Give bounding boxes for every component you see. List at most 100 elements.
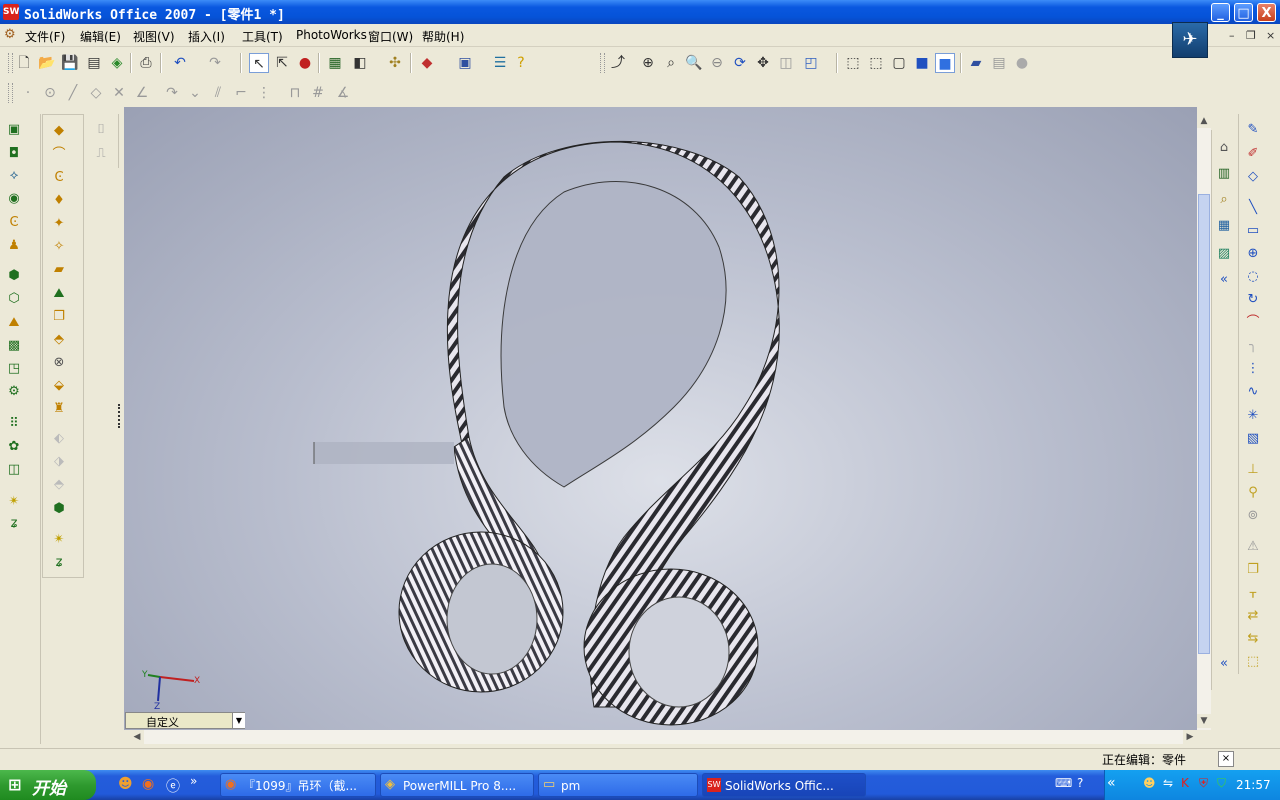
dome-icon[interactable]: ⛰ <box>3 313 25 333</box>
mirror-icon[interactable]: ⋮ <box>254 83 274 103</box>
circle-icon[interactable]: ⊙ <box>40 83 60 103</box>
menu-tools[interactable]: 工具(T) <box>242 28 283 45</box>
tangent-arc-icon[interactable]: ↻ <box>1242 290 1264 310</box>
fillet-sketch-icon[interactable]: ↷ <box>162 83 182 103</box>
wireframe-icon[interactable]: ⬚ <box>843 53 863 73</box>
extend-surface-icon[interactable]: ⬘ <box>48 330 70 350</box>
keyboard-icon[interactable]: ⌨ <box>1055 776 1072 790</box>
replace-face-icon[interactable]: ⬘ <box>48 475 70 495</box>
curves-icon[interactable]: ʑ <box>3 514 25 534</box>
reference-geometry-icon[interactable]: ✴ <box>3 492 25 512</box>
menu-file[interactable]: 文件(F) <box>25 28 65 45</box>
ie-icon[interactable]: ⓔ <box>166 776 180 796</box>
tray-collapse-icon[interactable]: « <box>1107 775 1116 791</box>
offset-icon[interactable]: ⫽ <box>208 83 228 103</box>
qq-tray-icon[interactable]: ☻ <box>1143 776 1156 790</box>
undo-icon[interactable]: ↶ <box>170 53 190 73</box>
redo-icon[interactable]: ↷ <box>205 53 225 73</box>
close-button[interactable]: X <box>1257 3 1276 22</box>
perspective-icon[interactable]: ▤ <box>989 53 1009 73</box>
untrim-surface-icon[interactable]: ⬙ <box>48 376 70 396</box>
sketch-grid-icon[interactable]: # <box>308 83 328 103</box>
help-tray-icon[interactable]: ? <box>1077 776 1083 790</box>
shaded-icon[interactable]: ■ <box>935 53 955 73</box>
scroll-up-arrow[interactable]: ▲ <box>1197 114 1211 128</box>
horizontal-scrollbar[interactable]: ◀ ▶ <box>130 730 1197 744</box>
scroll-right-arrow[interactable]: ▶ <box>1183 730 1197 744</box>
line-icon[interactable]: ╱ <box>63 83 83 103</box>
section-view-icon[interactable]: ◫ <box>776 53 796 73</box>
thickened-cut-icon[interactable]: ⬗ <box>48 452 70 472</box>
properties-icon[interactable]: ☰ <box>490 53 510 73</box>
delete-face-icon[interactable]: ⬢ <box>48 499 70 519</box>
wrap-icon[interactable]: ▩ <box>3 336 25 356</box>
options-icon[interactable]: ✣ <box>385 53 405 73</box>
trim-icon[interactable]: ✕ <box>109 83 129 103</box>
toolbar-grip[interactable] <box>600 53 605 73</box>
mdi-close-button[interactable]: × <box>1266 29 1275 42</box>
menu-view[interactable]: 视图(V) <box>133 28 175 45</box>
task-folder[interactable]: ▭ pm <box>538 773 698 797</box>
help-icon[interactable]: ? <box>511 53 531 73</box>
part-document-icon[interactable]: ⚙ <box>4 27 16 42</box>
appearance-icon[interactable]: ◆ <box>417 53 437 73</box>
sketch-icon[interactable]: ✎ <box>1242 120 1264 140</box>
scroll-left-arrow[interactable]: ◀ <box>130 730 144 744</box>
task-powermill[interactable]: ◈ PowerMILL Pro 8.... <box>380 773 534 797</box>
design-library-icon[interactable]: ⌕ <box>1213 190 1235 210</box>
reference-geometry-icon[interactable]: ✴ <box>48 530 70 550</box>
select-filter-icon[interactable]: ⇱ <box>272 53 292 73</box>
offset-surface-icon[interactable]: ⛰ <box>48 284 70 304</box>
three-point-arc-icon[interactable]: ⌒ <box>1242 313 1264 333</box>
minimize-button[interactable]: _ <box>1211 3 1230 22</box>
circular-pattern-icon[interactable]: ✿ <box>3 437 25 457</box>
save-icon[interactable]: 💾 <box>60 53 80 73</box>
shut-off-surface-icon[interactable]: ⎍ <box>90 144 112 164</box>
mirror-feature-icon[interactable]: ◫ <box>3 460 25 480</box>
sketch-pattern-icon[interactable]: ⬚ <box>1242 652 1264 672</box>
draft-icon[interactable]: ♟ <box>3 236 25 256</box>
extruded-boss-icon[interactable]: ▣ <box>3 120 25 140</box>
fill-surface-icon[interactable]: ✧ <box>48 237 70 257</box>
view-palette-icon[interactable]: ▨ <box>1213 244 1235 264</box>
centerline-icon[interactable]: ⋮ <box>1242 359 1264 379</box>
vertical-scroll-thumb[interactable] <box>1198 194 1210 654</box>
shaded-with-edges-icon[interactable]: ■ <box>912 53 932 73</box>
status-close-button[interactable]: × <box>1218 751 1234 767</box>
more-quicklaunch-icon[interactable]: » <box>190 774 197 788</box>
view-orientation-icon[interactable]: ◰ <box>801 53 821 73</box>
collapse-pane-icon[interactable]: « <box>1213 270 1235 290</box>
linear-pattern-sketch-icon[interactable]: ⊓ <box>285 83 305 103</box>
toolbar-grip[interactable] <box>8 53 13 73</box>
extruded-cut-icon[interactable]: ◘ <box>3 144 25 164</box>
move-entities-icon[interactable]: ᚁ <box>1242 583 1264 603</box>
swept-surface-icon[interactable]: Ͼ <box>48 168 70 188</box>
add-relation-icon[interactable]: ⊥ <box>1242 460 1264 480</box>
select-icon[interactable]: ↖ <box>249 53 269 73</box>
view-orientation-combo[interactable]: 自定义 ▼ <box>125 712 245 729</box>
circle-tool-icon[interactable]: ⊕ <box>1242 244 1264 264</box>
centerpoint-arc-icon[interactable]: ◌ <box>1242 267 1264 287</box>
window-layout-icon[interactable]: ▣ <box>455 53 475 73</box>
copy-entities-icon[interactable]: ❐ <box>1242 560 1264 580</box>
maximize-button[interactable]: □ <box>1234 3 1253 22</box>
security-shield-icon[interactable]: ⛨ <box>1199 776 1208 791</box>
display-relations-icon[interactable]: ⚲ <box>1242 483 1264 503</box>
menu-window[interactable]: 窗口(W) <box>368 28 413 45</box>
grid-icon[interactable]: ▦ <box>325 53 345 73</box>
loft-icon[interactable]: Ͼ <box>3 213 25 233</box>
make-assembly-icon[interactable]: ◈ <box>107 53 127 73</box>
mdi-restore-button[interactable]: ❐ <box>1246 29 1256 42</box>
spline-icon[interactable]: ∿ <box>1242 382 1264 402</box>
line-tool-icon[interactable]: ╲ <box>1242 198 1264 218</box>
menu-insert[interactable]: 插入(I) <box>188 28 225 45</box>
trim-surface-icon[interactable]: ⊗ <box>48 353 70 373</box>
sketch-fillet-icon[interactable]: ╮ <box>1242 336 1264 356</box>
mdi-minimize-button[interactable]: – <box>1229 29 1235 42</box>
menu-photoworks[interactable]: PhotoWorks <box>296 28 367 42</box>
zoom-in-out-icon[interactable]: 🔍 <box>684 53 704 73</box>
knit-surface-icon[interactable]: ♜ <box>48 399 70 419</box>
ruled-surface-icon[interactable]: ❐ <box>48 307 70 327</box>
point-icon[interactable]: · <box>18 83 38 103</box>
shadows-icon[interactable]: ▰ <box>966 53 986 73</box>
